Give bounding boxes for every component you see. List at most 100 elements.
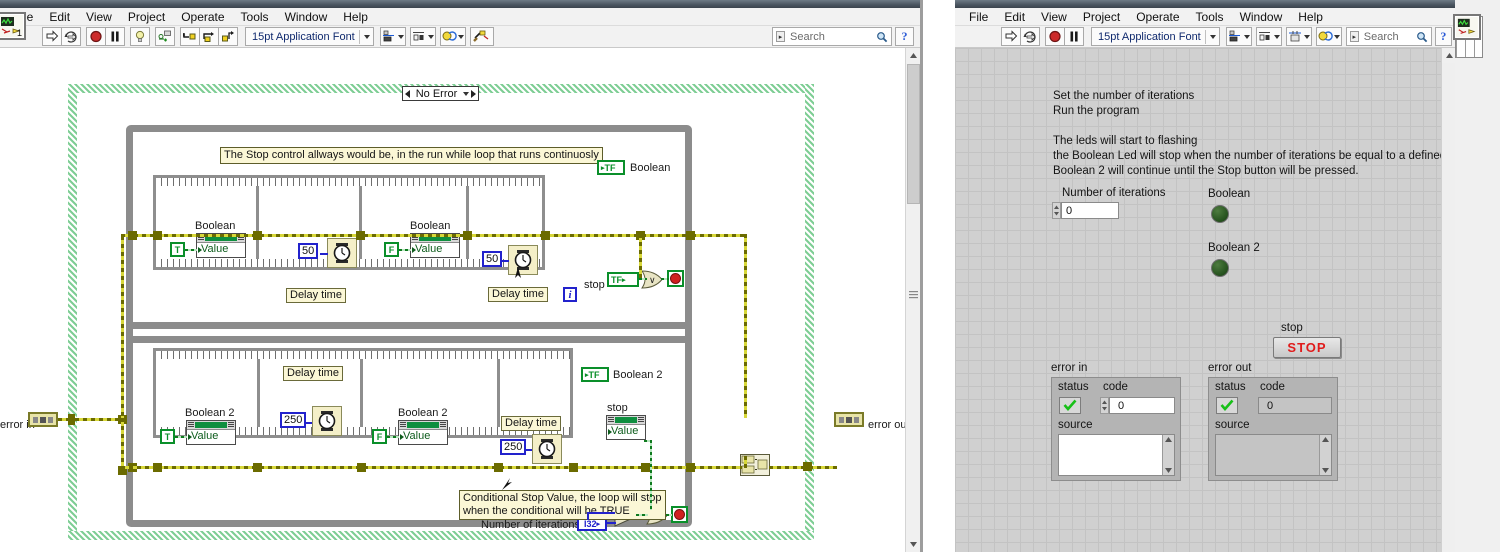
- property-node-2a[interactable]: Value: [186, 420, 236, 445]
- property-node-row[interactable]: Value: [197, 243, 245, 256]
- error-in-code-spinner[interactable]: [1100, 397, 1109, 414]
- run-arrow-icon[interactable]: [42, 27, 62, 46]
- align-objects-icon[interactable]: [379, 27, 406, 46]
- boolean-indicator-terminal-2[interactable]: ▸ TF: [581, 367, 609, 382]
- error-out-source-scrollbar[interactable]: [1319, 435, 1331, 475]
- menu-edit[interactable]: Edit: [41, 9, 78, 25]
- fp-search-input[interactable]: ▸ Search: [1345, 27, 1433, 46]
- fp-menu-help[interactable]: Help: [1290, 9, 1331, 25]
- loop-conditional-terminal-1[interactable]: [667, 270, 684, 287]
- fp-menu-window[interactable]: Window: [1232, 9, 1291, 25]
- error-out-terminal[interactable]: [834, 412, 864, 427]
- controls-palette-pane[interactable]: [1453, 0, 1500, 552]
- step-into-icon[interactable]: [180, 27, 200, 46]
- prop-node-label-1a: Boolean: [195, 220, 236, 232]
- scroll-up-icon[interactable]: [906, 48, 920, 63]
- vi-icon-pane[interactable]: 1: [0, 12, 26, 40]
- boolean-constant-2a[interactable]: T: [160, 429, 175, 444]
- property-node-row[interactable]: Value: [411, 243, 459, 256]
- stop-property-node-2[interactable]: Value: [606, 415, 646, 440]
- front-panel-canvas[interactable]: Set the number of iterations Run the pro…: [955, 48, 1455, 552]
- fp-vi-icon-pane[interactable]: [1453, 14, 1481, 40]
- search-input[interactable]: ▸ Search: [772, 27, 892, 46]
- fp-menu-view[interactable]: View: [1033, 9, 1075, 25]
- error-in-status-icon[interactable]: [1059, 397, 1081, 414]
- fp-menu-file[interactable]: File: [961, 9, 996, 25]
- iterations-spinner[interactable]: [1052, 202, 1061, 219]
- menu-help[interactable]: Help: [335, 9, 376, 25]
- error-in-code-input[interactable]: 0: [1109, 397, 1175, 414]
- case-next-icon[interactable]: [471, 89, 476, 98]
- stop-button[interactable]: STOP: [1273, 337, 1341, 358]
- fp-menu-edit[interactable]: Edit: [996, 9, 1033, 25]
- blue-wire-i32-eq: [607, 522, 616, 524]
- fp-font-selector[interactable]: 15pt Application Font: [1091, 27, 1220, 46]
- fp-menu-operate[interactable]: Operate: [1128, 9, 1187, 25]
- step-out-icon[interactable]: [218, 27, 238, 46]
- case-prev-icon[interactable]: [405, 89, 410, 98]
- reorder-objects-icon[interactable]: [439, 27, 466, 46]
- scrollbar-thumb[interactable]: [907, 64, 920, 204]
- iterations-control-label: Number of iterations: [1062, 187, 1166, 199]
- context-help-icon[interactable]: ?: [895, 27, 914, 46]
- retain-wire-values-icon[interactable]: [155, 27, 175, 46]
- fp-run-continuously-icon[interactable]: [1020, 27, 1040, 46]
- scroll-down-icon[interactable]: [906, 537, 920, 552]
- wait-ms-icon-1b[interactable]: [327, 238, 357, 268]
- property-node-row[interactable]: Value: [607, 425, 645, 438]
- wait-ms-icon-2b[interactable]: [312, 406, 342, 436]
- clean-up-diagram-icon[interactable]: [469, 27, 494, 46]
- font-selector[interactable]: 15pt Application Font: [245, 27, 374, 46]
- error-in-terminal[interactable]: [28, 412, 58, 427]
- fp-chevron-down-icon[interactable]: [1209, 34, 1216, 39]
- case-dropdown-icon[interactable]: [463, 91, 469, 96]
- chevron-down-icon[interactable]: [363, 34, 370, 39]
- property-node-row[interactable]: Value: [187, 430, 235, 443]
- iteration-terminal-1[interactable]: i: [563, 287, 577, 302]
- distribute-objects-icon[interactable]: [409, 27, 436, 46]
- numeric-constant-1b[interactable]: 50: [298, 243, 319, 259]
- boolean-constant-1a[interactable]: T: [170, 242, 185, 257]
- property-node-row[interactable]: Value: [399, 430, 447, 443]
- fp-scroll-up-icon[interactable]: [1442, 48, 1455, 63]
- abort-execution-icon[interactable]: [86, 27, 106, 46]
- boolean-indicator-terminal-1[interactable]: ▸ TF: [597, 160, 625, 175]
- error-in-source-input[interactable]: [1058, 434, 1175, 476]
- pause-icon[interactable]: [105, 27, 125, 46]
- numeric-constant-2b[interactable]: 250: [280, 412, 307, 428]
- fp-run-arrow-icon[interactable]: [1001, 27, 1021, 46]
- prop-node-label-2c: Boolean 2: [398, 407, 448, 419]
- boolean-constant-2c[interactable]: F: [372, 429, 387, 444]
- error-in-source-scrollbar[interactable]: [1162, 435, 1174, 475]
- menu-view[interactable]: View: [78, 9, 120, 25]
- fp-resize-objects-icon[interactable]: [1285, 27, 1312, 46]
- highlight-execution-bulb-icon[interactable]: [130, 27, 150, 46]
- iterations-input[interactable]: 0: [1061, 202, 1119, 219]
- loop-conditional-terminal-2[interactable]: [671, 506, 688, 523]
- boolean-constant-1c[interactable]: F: [384, 242, 399, 257]
- fp-vertical-scrollbar[interactable]: [1441, 48, 1455, 552]
- wait-ms-icon-2d[interactable]: [532, 434, 562, 464]
- numeric-constant-1d[interactable]: 50: [482, 251, 503, 267]
- menu-project[interactable]: Project: [120, 9, 173, 25]
- menu-window[interactable]: Window: [277, 9, 336, 25]
- fp-menu-tools[interactable]: Tools: [1188, 9, 1232, 25]
- fp-reorder-objects-icon[interactable]: [1315, 27, 1342, 46]
- bd-vertical-scrollbar[interactable]: [905, 48, 920, 552]
- fp-abort-execution-icon[interactable]: [1045, 27, 1065, 46]
- fp-pause-icon[interactable]: [1064, 27, 1084, 46]
- case-structure-border-left: [68, 84, 77, 540]
- fp-menu-project[interactable]: Project: [1075, 9, 1128, 25]
- numeric-constant-2d[interactable]: 250: [500, 439, 527, 455]
- run-continuously-icon[interactable]: [61, 27, 81, 46]
- stop-terminal-1[interactable]: TF ▸: [607, 272, 639, 287]
- step-over-icon[interactable]: [199, 27, 219, 46]
- fp-context-help-icon[interactable]: ?: [1435, 27, 1452, 46]
- property-node-2c[interactable]: Value: [398, 420, 448, 445]
- block-diagram-canvas[interactable]: No Error The Stop control allways would …: [0, 48, 920, 552]
- menu-operate[interactable]: Operate: [173, 9, 232, 25]
- fp-align-objects-icon[interactable]: [1225, 27, 1252, 46]
- case-selector[interactable]: No Error: [402, 86, 479, 101]
- menu-tools[interactable]: Tools: [233, 9, 277, 25]
- fp-distribute-objects-icon[interactable]: [1255, 27, 1282, 46]
